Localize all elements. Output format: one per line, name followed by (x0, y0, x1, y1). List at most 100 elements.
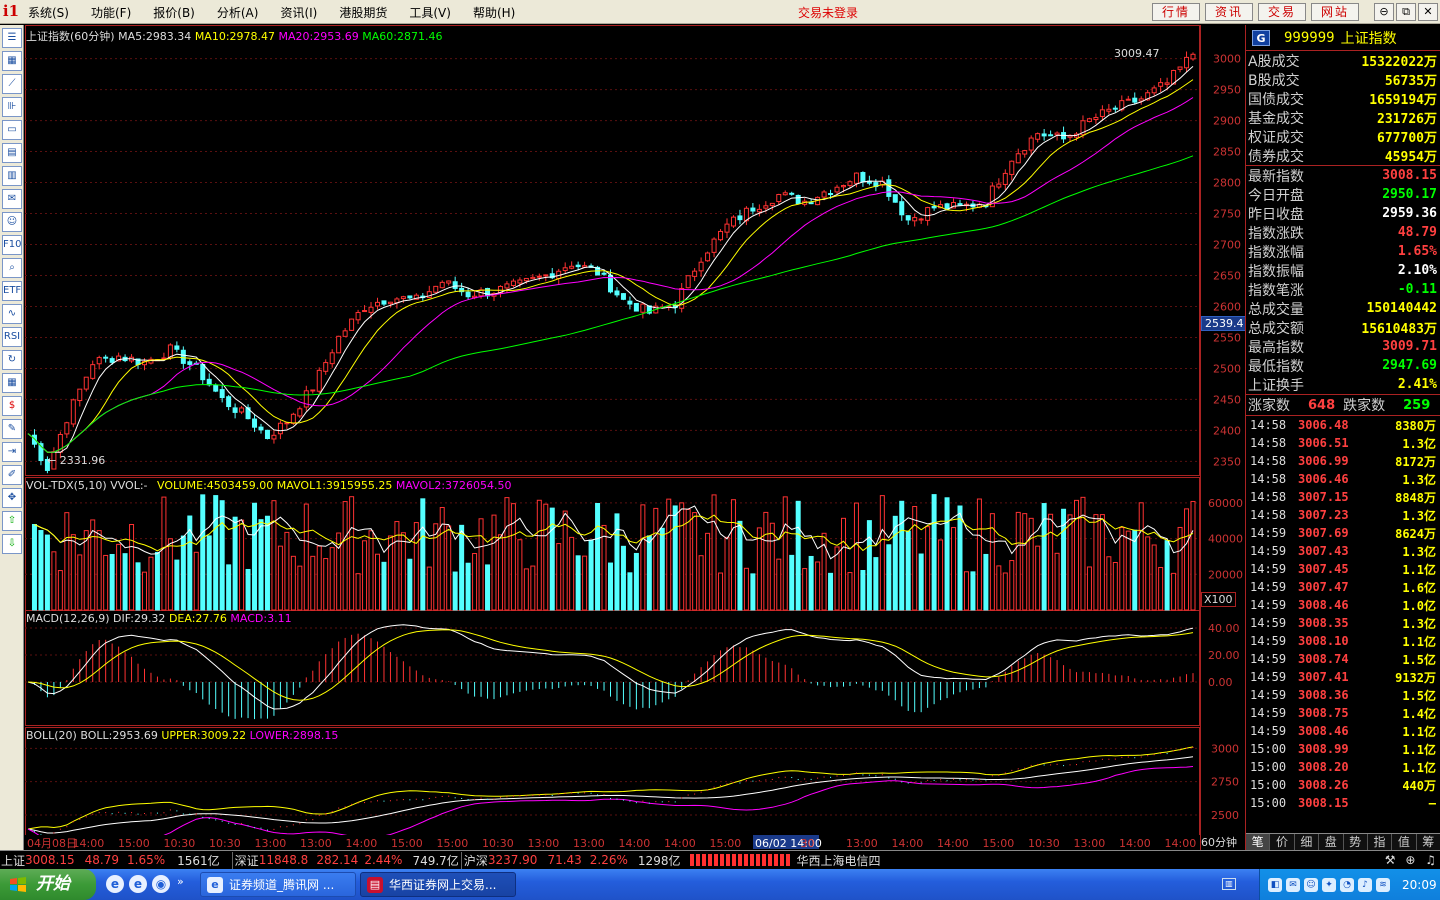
quote-tab[interactable]: 价 (1270, 834, 1295, 850)
login-status[interactable]: 交易未登录 (798, 4, 858, 21)
money-icon[interactable]: $ (2, 396, 22, 416)
clock[interactable]: 20:09 (1402, 878, 1437, 892)
volume-bar (912, 505, 918, 611)
wifi-icon[interactable]: ≋ (1376, 877, 1390, 892)
up-arrow-icon[interactable]: ⇧ (2, 511, 22, 531)
tray-icon-4[interactable]: ✦ (1322, 877, 1336, 892)
macd-label: MACD(12,26,9) (26, 612, 110, 625)
f10-icon[interactable]: F10 (2, 235, 22, 255)
mavol2-value: MAVOL2:3726054.50 (395, 479, 512, 492)
chart-area[interactable]: 3000 2950 2900 2850 2800 2750 2700 2650 2600 2550… (25, 25, 1248, 850)
window-icon[interactable]: ▭ (2, 120, 22, 140)
ie-icon[interactable]: e (106, 875, 124, 893)
candle-body (730, 216, 736, 227)
more-icon[interactable]: » (177, 875, 184, 893)
x-axis-label: 13:00 (573, 837, 605, 850)
candle-body (601, 272, 607, 275)
pencil-icon[interactable]: ✐ (2, 465, 22, 485)
quote-tab[interactable]: 盘 (1319, 834, 1344, 850)
etf-icon[interactable]: ETF (2, 281, 22, 301)
calendar-icon[interactable]: ▦ (2, 373, 22, 393)
volume-bar (841, 517, 846, 611)
stock-name: 上证指数 (1340, 30, 1397, 47)
restore-button[interactable]: ⧉ (1396, 3, 1416, 21)
volume-bar (245, 568, 251, 611)
volume-bar (213, 495, 219, 611)
volume-bar (776, 558, 782, 611)
tick-list[interactable]: 14:58 3006.48 8380万 14:58 3006.51 1.3亿 14:58 30… (1246, 416, 1440, 812)
candle-body (1138, 98, 1144, 102)
quote-tab[interactable]: 值 (1392, 834, 1417, 850)
quote-tab[interactable]: 笔 (1246, 834, 1271, 850)
volume-bar (1048, 513, 1054, 611)
report-icon[interactable]: ▥ (2, 166, 22, 186)
volume-bar (582, 555, 588, 611)
menu-quote[interactable]: 报价(B) (153, 4, 195, 21)
x-axis-label: 14:00 (619, 837, 651, 850)
grid-icon[interactable]: ▦ (2, 51, 22, 71)
tray-icon-6[interactable]: ♪ (1358, 877, 1372, 892)
candle-body (718, 230, 724, 241)
export-icon[interactable]: ⇥ (2, 442, 22, 462)
stat-value: 677700万 (1377, 131, 1437, 146)
menu-function[interactable]: 功能(F) (91, 4, 131, 21)
period-label[interactable]: 60分钟 (1201, 834, 1237, 850)
keyboard-icon[interactable]: ▥ (1222, 878, 1236, 890)
quote-tab[interactable]: 筹 (1417, 834, 1440, 850)
volume-bar (789, 554, 795, 611)
wrench-icon[interactable]: ✎ (2, 419, 22, 439)
menu-help[interactable]: 帮助(H) (473, 4, 515, 21)
media-icon[interactable]: ◉ (152, 875, 170, 893)
start-button[interactable]: 开始 (0, 869, 96, 900)
volume-bar (730, 499, 736, 611)
mail-icon[interactable]: ✉ (2, 189, 22, 209)
rsi-icon[interactable]: RSI (2, 327, 22, 347)
task-trading[interactable]: ▤ 华西证券网上交易... (360, 872, 516, 897)
candle-icon[interactable]: ⊪ (2, 97, 22, 117)
close-button[interactable]: ✕ (1418, 3, 1438, 21)
tray-icon-2[interactable]: ✉ (1286, 877, 1300, 892)
volume-bar (536, 499, 542, 611)
task-browser[interactable]: e 证券频道_腾讯网 ... (200, 872, 356, 897)
candle-body (756, 208, 762, 213)
volume-bar (271, 500, 277, 611)
move-icon[interactable]: ✥ (2, 488, 22, 508)
server-name[interactable]: 华西上海电信四 (796, 852, 880, 869)
people-icon[interactable]: ☺ (2, 212, 22, 232)
tray-icon-3[interactable]: ☺ (1304, 877, 1318, 892)
menu-hk-futures[interactable]: 港股期货 (339, 4, 387, 21)
volume-bar (167, 538, 173, 611)
market-button[interactable]: 行情 (1152, 3, 1200, 21)
stat-label: B股成交 (1248, 72, 1300, 89)
stat-label: 今日开盘 (1248, 187, 1304, 204)
menu-tools[interactable]: 工具(V) (409, 4, 451, 21)
wrench-icon[interactable]: ⚒ (1385, 853, 1396, 867)
trade-button[interactable]: 交易 (1258, 3, 1306, 21)
kline-chart[interactable]: 3000 2950 2900 2850 2800 2750 2700 2650 2600 2550… (25, 25, 1245, 850)
volume-bar (1119, 527, 1125, 611)
candle-body (446, 280, 452, 284)
quote-tab[interactable]: 指 (1368, 834, 1393, 850)
menu-analysis[interactable]: 分析(A) (217, 4, 259, 21)
list-icon[interactable]: ☰ (2, 28, 22, 48)
line-chart-icon[interactable]: ⟋ (2, 74, 22, 94)
down-arrow-icon[interactable]: ⇩ (2, 534, 22, 554)
sound-icon[interactable]: ♫ (1425, 853, 1436, 867)
quote-tab[interactable]: 势 (1344, 834, 1368, 850)
tray-icon-1[interactable]: ◧ (1268, 877, 1282, 892)
minimize-button[interactable]: ⊖ (1374, 3, 1394, 21)
wave-icon[interactable]: ∿ (2, 304, 22, 324)
quote-tab[interactable]: 细 (1295, 834, 1320, 850)
candle-body (886, 179, 892, 197)
menu-system[interactable]: 系统(S) (28, 4, 69, 21)
refresh-icon[interactable]: ↻ (2, 350, 22, 370)
news-button[interactable]: 资讯 (1205, 3, 1253, 21)
table-icon[interactable]: ▤ (2, 143, 22, 163)
tray-icon-5[interactable]: ◔ (1340, 877, 1354, 892)
website-button[interactable]: 网站 (1311, 3, 1359, 21)
menu-news[interactable]: 资讯(I) (280, 4, 317, 21)
earth-icon[interactable]: ⊕ (1405, 853, 1415, 867)
search-icon[interactable]: ⌕ (2, 258, 22, 278)
ie-icon-2[interactable]: e (129, 875, 147, 893)
volume-bar (1067, 514, 1073, 611)
